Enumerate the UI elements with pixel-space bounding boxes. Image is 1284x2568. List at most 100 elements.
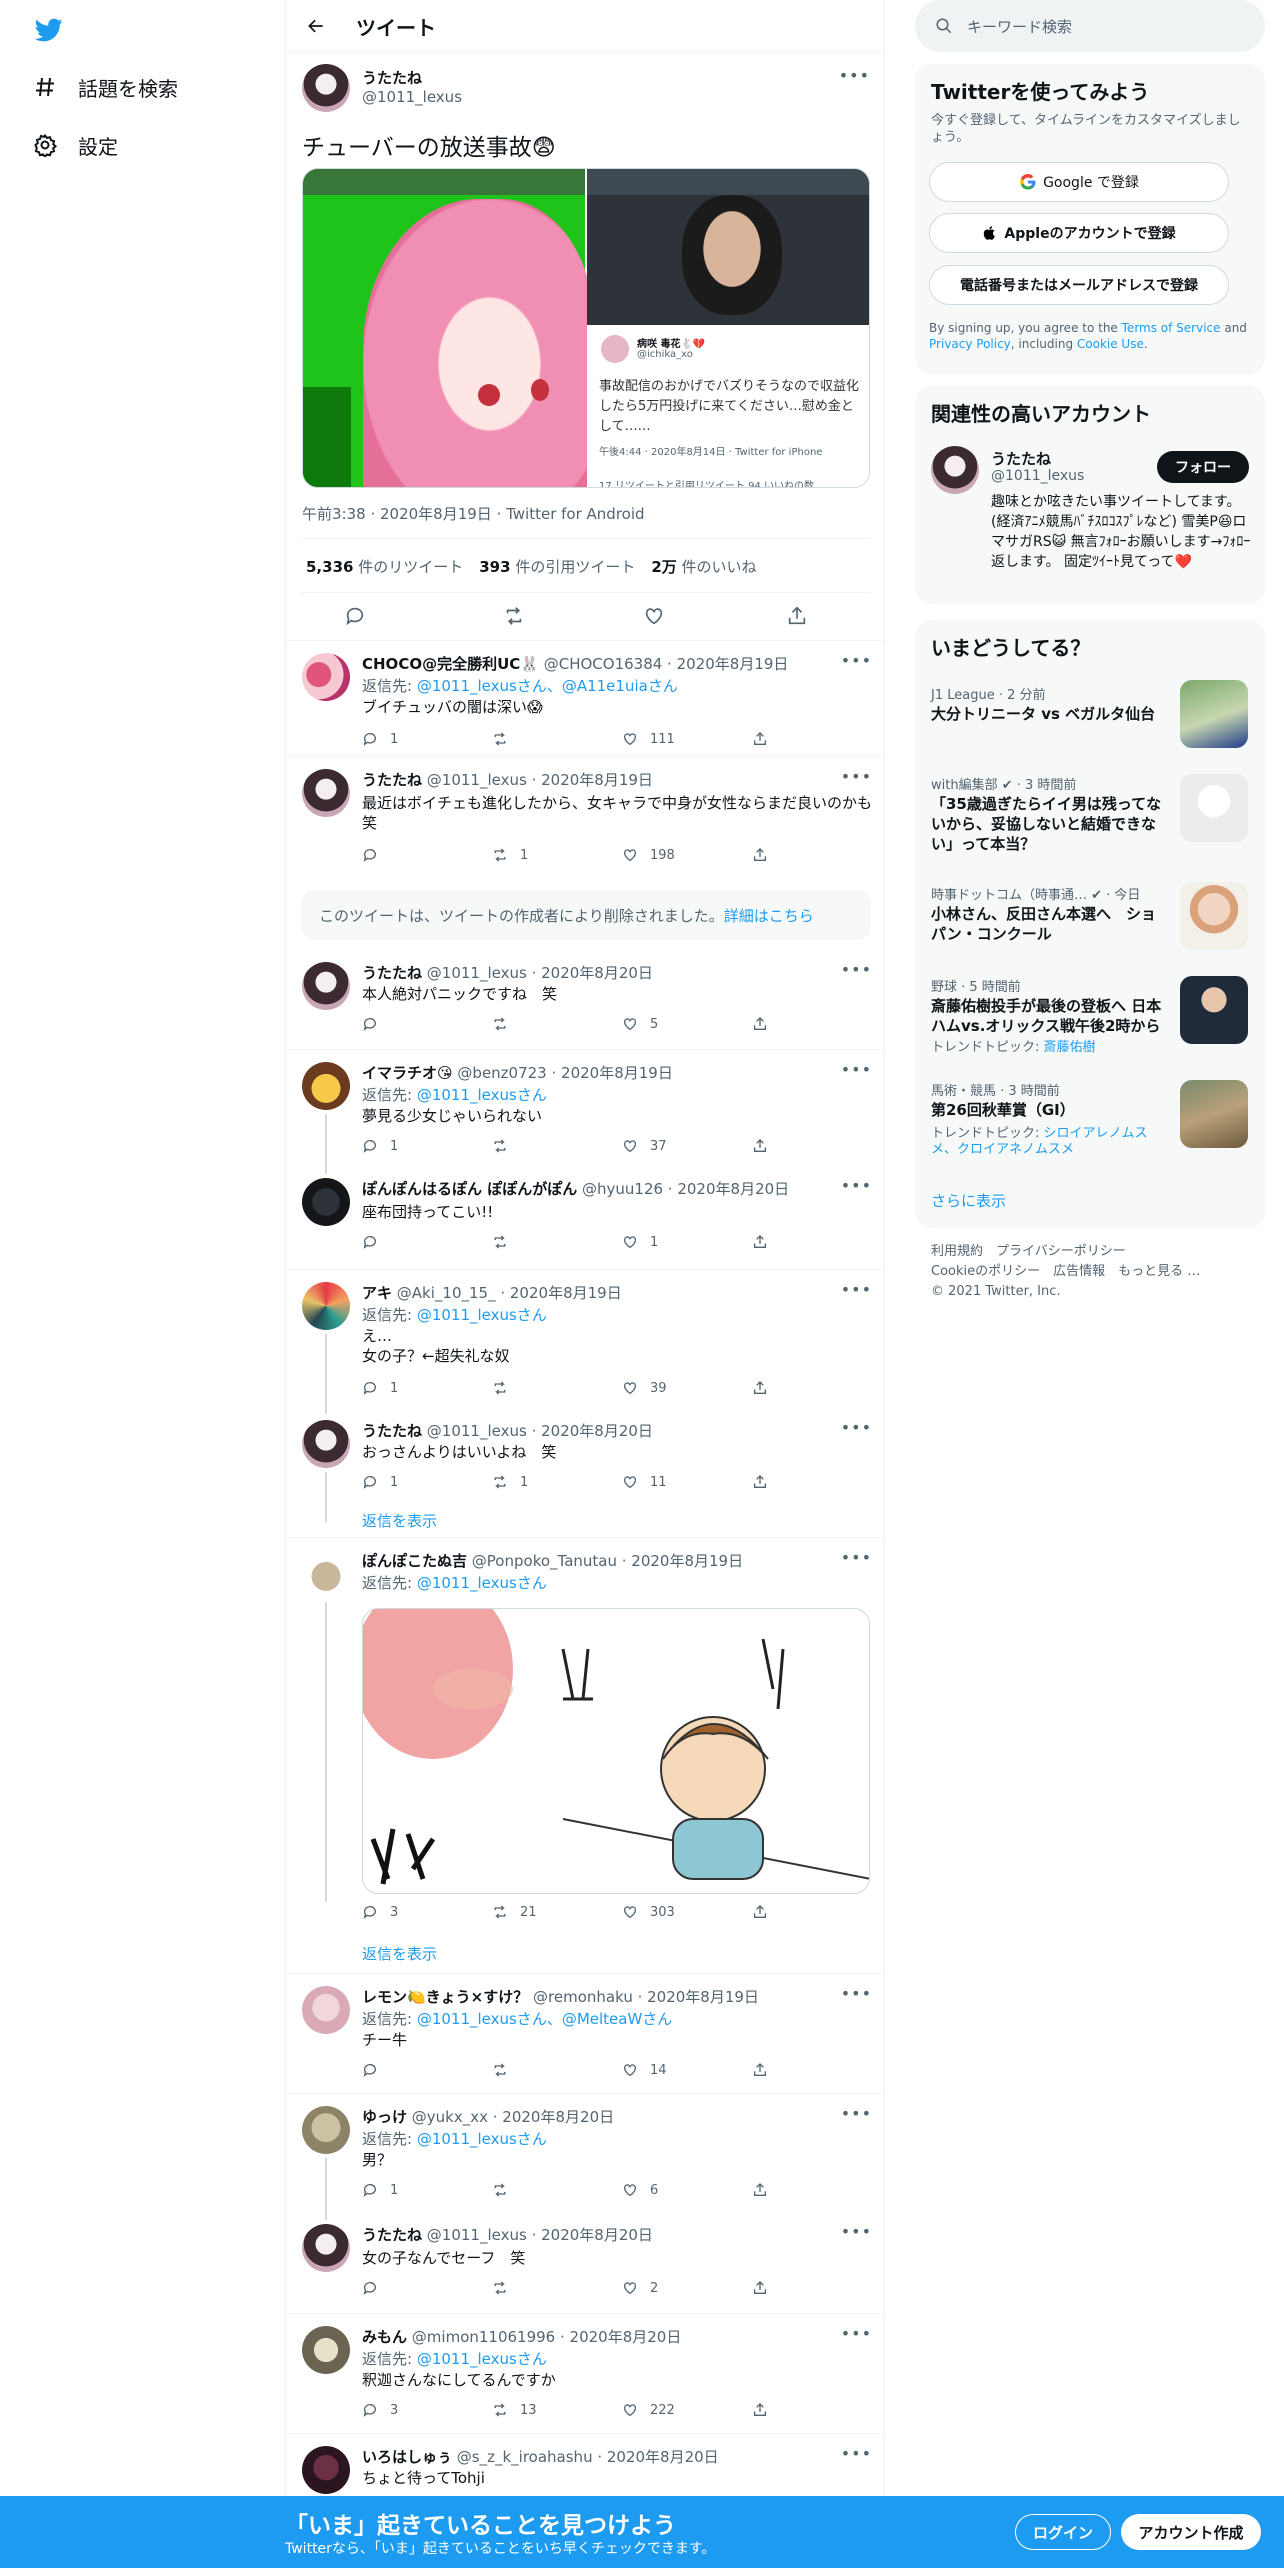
reply-author-name[interactable]: いろはしゅぅ	[362, 2448, 452, 2466]
reply-meta[interactable]: @CHOCO16384 · 2020年8月19日	[544, 655, 789, 673]
reply-tweet[interactable]: イマラチオ😘 @benz0723 · 2020年8月19日 ••• 返信先: @…	[286, 1050, 884, 1166]
learn-more-link[interactable]: 詳細はこちら	[724, 905, 814, 926]
reply-meta[interactable]: @1011_lexus · 2020年8月20日	[427, 2226, 653, 2244]
reply-author-name[interactable]: みもん	[362, 2328, 407, 2346]
reply-author-name[interactable]: イマラチオ😘	[362, 1064, 453, 1082]
reply-author-name[interactable]: レモン🍋きょう×すけ？	[362, 1988, 528, 2006]
like-button[interactable]: 5	[622, 1016, 658, 1032]
reply-tweet[interactable]: CHOCO@完全勝利UC🐰 @CHOCO16384 · 2020年8月19日 •…	[286, 641, 884, 757]
retweet-button[interactable]: 21	[492, 1904, 537, 1920]
retweet-button[interactable]: 1	[492, 1474, 528, 1490]
avatar[interactable]	[302, 1550, 350, 1598]
reply-author-name[interactable]: ぽんぽこたぬ吉	[362, 1552, 467, 1570]
avatar[interactable]	[302, 1178, 350, 1226]
avatar[interactable]	[302, 962, 350, 1010]
terms-of-service-link[interactable]: Terms of Service	[1122, 321, 1221, 335]
more-options-icon[interactable]: •••	[841, 1418, 872, 1437]
trend-item[interactable]: J1 League · 2 分前 大分トリニータ vs ベガルタ仙台	[915, 678, 1265, 774]
reply-author-name[interactable]: うたたね	[362, 771, 422, 789]
tweet-author-name[interactable]: うたたね	[362, 67, 422, 88]
nav-explore[interactable]: 話題を検索	[32, 67, 178, 107]
retweet-button[interactable]	[492, 2062, 520, 2078]
avatar[interactable]	[931, 446, 979, 494]
avatar[interactable]	[302, 64, 350, 112]
reply-tweet[interactable]: ゆっけ @yukx_xx · 2020年8月20日 ••• 返信先: @1011…	[286, 2094, 884, 2212]
reply-tweet[interactable]: レモン🍋きょう×すけ？ @remonhaku · 2020年8月19日 ••• …	[286, 1974, 884, 2094]
reply-meta[interactable]: @1011_lexus · 2020年8月20日	[427, 964, 653, 982]
search-box[interactable]: キーワード検索	[915, 0, 1265, 52]
reply-author-name[interactable]: ゆっけ	[362, 2108, 407, 2126]
cookie-use-link[interactable]: Cookie Use	[1077, 337, 1144, 351]
trend-topic-link[interactable]: 斎藤佑樹	[1044, 1040, 1096, 1055]
tweet-image[interactable]: 病咲 毒花🐇💔 @ichika_xo 事故配信のおかげでバズりそうなので収益化し…	[302, 168, 870, 488]
more-options-icon[interactable]: •••	[839, 66, 870, 85]
show-replies-link[interactable]: 返信を表示	[362, 1943, 437, 1964]
nav-settings[interactable]: 設定	[32, 125, 118, 165]
reply-author-name[interactable]: うたたね	[362, 964, 422, 982]
reply-author-name[interactable]: アキ	[362, 1284, 392, 1302]
reply-tweet[interactable]: ぽんぽこたぬ吉 @Ponpoko_Tanutau · 2020年8月19日 ••…	[286, 1538, 884, 1974]
share-button[interactable]	[752, 2062, 780, 2078]
share-button[interactable]	[752, 1904, 780, 1920]
like-button[interactable]: 1	[622, 1234, 658, 1250]
reply-meta[interactable]: @yukx_xx · 2020年8月20日	[412, 2108, 614, 2126]
twitter-logo-icon[interactable]	[32, 16, 66, 44]
reply-to-link[interactable]: @1011_lexusさん、@MelteaWさん	[417, 2010, 672, 2028]
retweet-button[interactable]	[492, 731, 520, 747]
reply-button[interactable]	[362, 1016, 390, 1032]
like-button[interactable]: 39	[622, 1380, 667, 1396]
reply-meta[interactable]: @mimon11061996 · 2020年8月20日	[412, 2328, 682, 2346]
privacy-policy-link[interactable]: Privacy Policy	[929, 337, 1011, 351]
reply-tweet[interactable]: うたたね @1011_lexus · 2020年8月19日 ••• 最近はボイチ…	[286, 757, 884, 873]
reply-to-link[interactable]: @1011_lexusさん、@A11e1uiaさん	[417, 677, 678, 695]
reply-meta[interactable]: @Ponpoko_Tanutau · 2020年8月19日	[472, 1552, 743, 1570]
more-options-icon[interactable]: •••	[841, 960, 872, 979]
share-button[interactable]	[752, 1474, 780, 1490]
like-button[interactable]: 2	[622, 2280, 658, 2296]
share-button[interactable]	[752, 2182, 780, 2198]
like-button[interactable]: 6	[622, 2182, 658, 2198]
retweet-button[interactable]	[492, 2182, 520, 2198]
like-count[interactable]: 2万 件のいいね	[651, 556, 756, 577]
retweet-button[interactable]	[492, 1138, 520, 1154]
reply-tweet[interactable]: うたたね @1011_lexus · 2020年8月20日 ••• おっさんより…	[286, 1408, 884, 1538]
show-more-link[interactable]: さらに表示	[931, 1190, 1006, 1211]
more-options-icon[interactable]: •••	[841, 2324, 872, 2343]
more-options-icon[interactable]: •••	[841, 2444, 872, 2463]
trend-item[interactable]: 時事ドットコム（時事通… ✔ · 今日 小林さん、反田さん本選へ ショパン・コン…	[915, 876, 1265, 972]
avatar[interactable]	[302, 1420, 350, 1468]
retweet-button[interactable]	[492, 2280, 520, 2296]
related-account-handle[interactable]: @1011_lexus	[991, 468, 1084, 484]
share-button[interactable]	[752, 2402, 780, 2418]
reply-icon[interactable]	[344, 605, 366, 631]
trend-item[interactable]: with編集部 ✔ · 3 時間前 「35歳過ぎたらイイ男は残ってないから、妥協…	[915, 772, 1265, 876]
more-options-icon[interactable]: •••	[841, 767, 872, 786]
share-button[interactable]	[752, 1138, 780, 1154]
reply-meta[interactable]: @Aki_10_15_ · 2020年8月19日	[397, 1284, 622, 1302]
avatar[interactable]	[302, 2326, 350, 2374]
reply-button[interactable]: 1	[362, 1138, 398, 1154]
reply-button[interactable]	[362, 1234, 390, 1250]
share-button[interactable]	[752, 2280, 780, 2296]
reply-meta[interactable]: @s_z_k_iroahashu · 2020年8月20日	[457, 2448, 719, 2466]
avatar[interactable]	[302, 2224, 350, 2272]
reply-button[interactable]: 1	[362, 731, 398, 747]
share-icon[interactable]	[786, 605, 808, 631]
trend-item[interactable]: 馬術・競馬 · 3 時間前 第26回秋華賞（GI） トレンドトピック: シロイア…	[915, 1078, 1265, 1182]
reply-to-link[interactable]: @1011_lexusさん	[417, 1574, 547, 1592]
apple-signup-button[interactable]: Appleのアカウントで登録	[929, 213, 1229, 253]
avatar[interactable]	[302, 769, 350, 817]
like-button[interactable]: 11	[622, 1474, 667, 1490]
reply-meta[interactable]: @hyuu126 · 2020年8月20日	[582, 1180, 789, 1198]
tweet-meta[interactable]: 午前3:38 · 2020年8月19日 · Twitter for Androi…	[302, 503, 645, 524]
reply-button[interactable]	[362, 2280, 390, 2296]
reply-to-link[interactable]: @1011_lexusさん	[417, 2130, 547, 2148]
reply-tweet[interactable]: ぽんぽんはるぽん ぽぽんがぽん @hyuu126 · 2020年8月20日 ••…	[286, 1166, 884, 1270]
follow-button[interactable]: フォロー	[1157, 451, 1249, 483]
reply-to-link[interactable]: @1011_lexusさん	[417, 1086, 547, 1104]
like-button[interactable]: 37	[622, 1138, 667, 1154]
reply-tweet[interactable]: うたたね @1011_lexus · 2020年8月20日 ••• 本人絶対パニ…	[286, 950, 884, 1050]
avatar[interactable]	[302, 653, 350, 701]
related-account-name[interactable]: うたたね	[991, 448, 1051, 469]
retweet-button[interactable]	[492, 1234, 520, 1250]
